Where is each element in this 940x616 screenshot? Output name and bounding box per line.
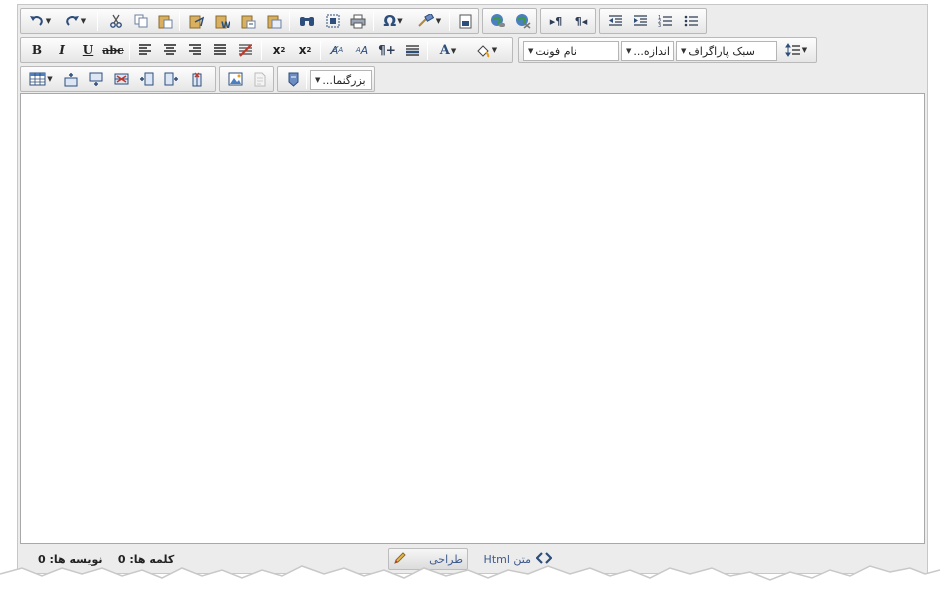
insert-image-icon[interactable] (225, 70, 245, 88)
format-painter-icon[interactable]: ▼ (414, 12, 444, 30)
toolbar-group-list: 123 (599, 8, 707, 34)
font-color-icon[interactable]: A ▼ (434, 41, 462, 59)
toolbar-group-edit: ▼ ▼ W Ω ▼ ▼ (20, 8, 479, 34)
insert-table-icon[interactable]: ▼ (26, 70, 56, 88)
toolbar-group-table: ▼ (20, 66, 216, 92)
strikethrough-icon[interactable]: abc (102, 41, 124, 59)
rtl-direction-icon[interactable]: ¶◂ (571, 12, 591, 30)
toolbar-group-format: B I U abc x2 x2 A̸ A AA ¶+ A ▼ ▼ (20, 37, 513, 63)
subscript-icon[interactable]: x2 (295, 41, 315, 59)
line-height-icon[interactable]: ▼ (781, 41, 811, 59)
toolbar-group-media (219, 66, 274, 92)
paragraph-style-value: سبک پاراگراف (688, 44, 755, 58)
toolbar-group-zoom: بزرگنما... ▼ (277, 66, 375, 92)
paste-as-html-icon[interactable] (238, 12, 258, 30)
paste-word-icon[interactable]: W (212, 12, 232, 30)
insert-flash-icon[interactable] (283, 70, 303, 88)
insert-link-icon[interactable] (488, 12, 508, 30)
outdent-icon[interactable] (605, 12, 625, 30)
remove-link-icon[interactable] (513, 12, 533, 30)
highlight-color-icon[interactable]: ▼ (471, 41, 501, 59)
paste-html-icon[interactable] (264, 12, 284, 30)
remove-format-icon[interactable] (235, 41, 255, 59)
separator (306, 70, 307, 89)
paste-icon[interactable] (155, 12, 175, 30)
cut-icon[interactable] (106, 12, 126, 30)
svg-text:3: 3 (658, 23, 661, 28)
justify-icon[interactable] (210, 41, 230, 59)
insert-column-right-icon[interactable] (161, 70, 181, 88)
torn-edge-decoration (0, 565, 940, 616)
separator (179, 12, 180, 31)
editor-content-area[interactable] (20, 93, 925, 544)
separator (449, 12, 450, 31)
select-all-icon[interactable] (323, 12, 343, 30)
delete-row-icon[interactable] (111, 70, 131, 88)
separator (97, 12, 98, 31)
separator (373, 12, 374, 31)
align-left-icon[interactable] (135, 41, 155, 59)
insert-document-icon[interactable] (250, 70, 270, 88)
undo-icon[interactable]: ▼ (26, 12, 54, 30)
horizontal-rule-icon[interactable] (402, 41, 422, 59)
toolbar-group-styles: نام فونت ▼ اندازه... ▼ سبک پاراگراف ▼ ▼ (518, 37, 817, 63)
copy-icon[interactable] (131, 12, 151, 30)
zoom-value: بزرگنما... (322, 73, 366, 87)
find-replace-icon[interactable] (297, 12, 317, 30)
align-right-icon[interactable] (185, 41, 205, 59)
chevron-down-icon: ▼ (315, 76, 321, 84)
superscript-icon[interactable]: x2 (269, 41, 289, 59)
paragraph-icon[interactable]: ¶+ (377, 41, 397, 59)
separator (289, 12, 290, 31)
paste-text-icon[interactable] (186, 12, 206, 30)
insert-row-above-icon[interactable] (61, 70, 81, 88)
underline-icon[interactable]: U (78, 41, 98, 59)
insert-row-below-icon[interactable] (86, 70, 106, 88)
insert-column-left-icon[interactable] (136, 70, 156, 88)
rich-text-editor: ▼ ▼ W Ω ▼ ▼ ▸¶ ¶◂ 1 2 3 B I U abc x 2 x … (17, 4, 928, 574)
increase-font-icon[interactable]: A̸ A (327, 41, 347, 59)
separator (427, 41, 428, 60)
separator (261, 41, 262, 60)
ltr-direction-icon[interactable]: ▸¶ (546, 12, 566, 30)
svg-text:W: W (221, 21, 230, 29)
align-center-icon[interactable] (160, 41, 180, 59)
separator (320, 41, 321, 60)
decrease-font-icon[interactable]: AA (352, 41, 372, 59)
insert-snippet-icon[interactable] (455, 12, 475, 30)
toolbar-group-link (482, 8, 537, 34)
zoom-select[interactable]: بزرگنما... ▼ (310, 70, 372, 90)
toolbar-group-direction: ▸¶ ¶◂ (540, 8, 596, 34)
font-size-select[interactable]: اندازه... ▼ (621, 41, 674, 61)
separator (129, 41, 130, 60)
chevron-down-icon: ▼ (626, 47, 632, 55)
unordered-list-icon[interactable] (681, 12, 701, 30)
indent-icon[interactable] (630, 12, 650, 30)
special-characters-icon[interactable]: Ω ▼ (379, 12, 407, 30)
font-name-select[interactable]: نام فونت ▼ (523, 41, 619, 61)
italic-icon[interactable]: I (52, 41, 72, 59)
bold-icon[interactable]: B (27, 41, 47, 59)
font-size-value: اندازه... (633, 44, 670, 58)
paragraph-style-select[interactable]: سبک پاراگراف ▼ (676, 41, 777, 61)
font-name-value: نام فونت (535, 44, 577, 58)
chevron-down-icon: ▼ (528, 47, 534, 55)
chevron-down-icon: ▼ (681, 47, 687, 55)
delete-column-icon[interactable] (187, 70, 207, 88)
print-icon[interactable] (348, 12, 368, 30)
ordered-list-icon[interactable]: 123 (655, 12, 675, 30)
redo-icon[interactable]: ▼ (61, 12, 89, 30)
